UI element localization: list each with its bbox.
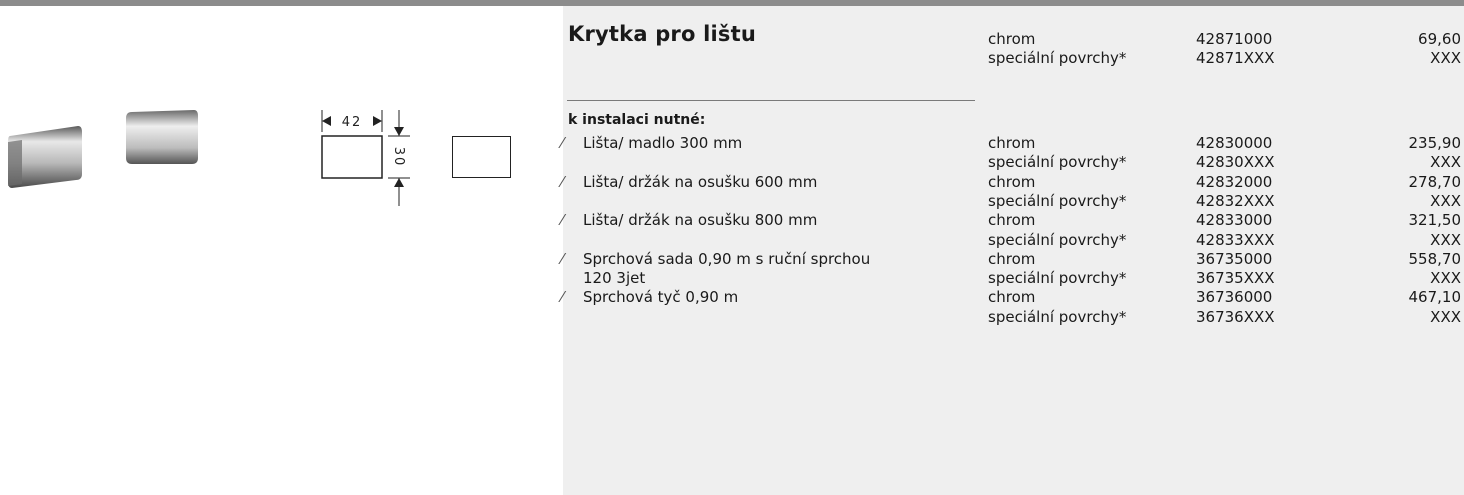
article-code: 42833000 bbox=[1196, 211, 1273, 230]
finish: chrom bbox=[988, 134, 1036, 152]
item-description: ⁄ Lišta/ držák na osušku 800 mm bbox=[561, 211, 971, 230]
finish: speciální povrchy* bbox=[988, 49, 1127, 67]
article-code: 42833XXX bbox=[1196, 230, 1275, 249]
price: XXX bbox=[1430, 230, 1461, 249]
item-description: ⁄ Lišta/ madlo 300 mm bbox=[561, 134, 971, 153]
description-text: Lišta/ madlo 300 mm bbox=[583, 134, 743, 152]
bullet-slash: ⁄ bbox=[561, 172, 564, 191]
width-dimension-label: 42 bbox=[342, 115, 363, 130]
finish: chrom bbox=[988, 249, 1036, 268]
article-code: 42871000 bbox=[1196, 30, 1273, 48]
finish: chrom bbox=[988, 172, 1036, 191]
item-description: ⁄ Lišta/ držák na osušku 600 mm bbox=[561, 173, 971, 192]
description-text: Lišta/ držák na osušku 600 mm bbox=[583, 172, 818, 191]
finish: chrom bbox=[988, 288, 1036, 307]
price: 235,90 bbox=[1408, 134, 1462, 152]
bullet-slash: ⁄ bbox=[561, 211, 564, 230]
price: XXX bbox=[1430, 191, 1461, 210]
article-code: 36735XXX bbox=[1196, 269, 1275, 288]
dimension-drawing: 42 30 bbox=[321, 110, 410, 206]
divider bbox=[567, 100, 975, 101]
item-description bbox=[561, 153, 971, 172]
finish: speciální povrchy* bbox=[988, 307, 1127, 326]
finish: speciální povrchy* bbox=[988, 191, 1127, 210]
item-description: ⁄ Sprchová sada 0,90 m s ruční sprchou bbox=[561, 250, 971, 269]
description-text: 120 3jet bbox=[583, 269, 646, 288]
finish: chrom bbox=[988, 30, 1036, 48]
item-description bbox=[561, 231, 971, 250]
description-text: Sprchová tyč 0,90 m bbox=[583, 288, 739, 307]
bullet-slash: ⁄ bbox=[561, 288, 564, 307]
price: XXX bbox=[1430, 307, 1461, 326]
price: 278,70 bbox=[1408, 172, 1462, 191]
item-description: 120 3jet bbox=[561, 269, 971, 288]
bullet-slash: ⁄ bbox=[561, 134, 564, 152]
article-code: 36735000 bbox=[1196, 249, 1273, 268]
price: XXX bbox=[1430, 269, 1461, 288]
price: XXX bbox=[1430, 49, 1461, 67]
article-code: 42832000 bbox=[1196, 172, 1273, 191]
price: 69,60 bbox=[1418, 30, 1461, 48]
price: 467,10 bbox=[1408, 288, 1462, 307]
finish: speciální povrchy* bbox=[988, 230, 1127, 249]
height-dimension-label: 30 bbox=[391, 147, 406, 168]
finish: speciální povrchy* bbox=[988, 153, 1127, 172]
item-description bbox=[561, 192, 971, 211]
side-view-drawing bbox=[452, 136, 511, 178]
finish: chrom bbox=[988, 211, 1036, 230]
description-text: Sprchová sada 0,90 m s ruční sprchou bbox=[583, 249, 871, 268]
price: 558,70 bbox=[1408, 249, 1462, 268]
required-items-heading: k instalaci nutné: bbox=[568, 112, 706, 128]
article-code: 42830XXX bbox=[1196, 153, 1275, 172]
article-code: 36736XXX bbox=[1196, 307, 1275, 326]
end-cap-photo-front bbox=[126, 110, 198, 164]
description-text: Lišta/ držák na osušku 800 mm bbox=[583, 211, 818, 230]
product-title: Krytka pro lištu bbox=[568, 22, 757, 46]
item-description: ⁄ Sprchová tyč 0,90 m bbox=[561, 288, 971, 307]
end-cap-photo-angled bbox=[8, 126, 82, 188]
bullet-slash: ⁄ bbox=[561, 249, 564, 268]
price: XXX bbox=[1430, 153, 1461, 172]
article-code: 36736000 bbox=[1196, 288, 1273, 307]
article-code: 42871XXX bbox=[1196, 49, 1275, 67]
price: 321,50 bbox=[1408, 211, 1462, 230]
article-code: 42832XXX bbox=[1196, 191, 1275, 210]
item-description bbox=[561, 308, 971, 327]
finish: speciální povrchy* bbox=[988, 269, 1127, 288]
article-code: 42830000 bbox=[1196, 134, 1273, 152]
